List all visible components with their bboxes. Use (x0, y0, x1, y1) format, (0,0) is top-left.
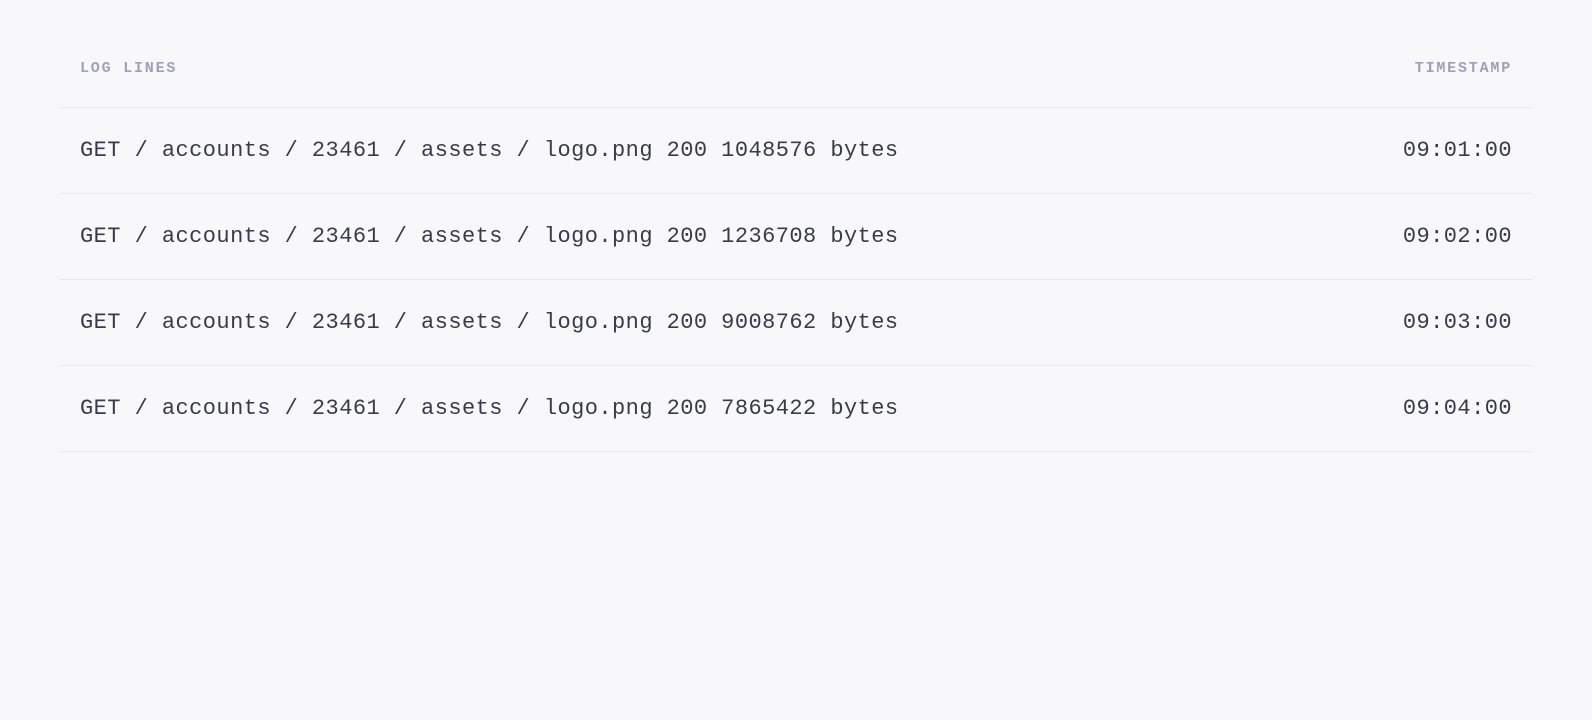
log-line-text: GET / accounts / 23461 / assets / logo.p… (80, 138, 899, 163)
table-row: GET / accounts / 23461 / assets / logo.p… (60, 107, 1532, 193)
main-container: LOG LINES TIMESTAMP GET / accounts / 234… (0, 0, 1592, 512)
log-timestamp: 09:02:00 (1403, 224, 1512, 249)
table-row: GET / accounts / 23461 / assets / logo.p… (60, 193, 1532, 279)
timestamp-header: TIMESTAMP (1415, 60, 1512, 77)
log-line-text: GET / accounts / 23461 / assets / logo.p… (80, 224, 899, 249)
table-row: GET / accounts / 23461 / assets / logo.p… (60, 279, 1532, 365)
log-lines-header: LOG LINES (80, 60, 177, 77)
table-header: LOG LINES TIMESTAMP (60, 60, 1532, 77)
log-timestamp: 09:01:00 (1403, 138, 1512, 163)
log-table-body: GET / accounts / 23461 / assets / logo.p… (60, 107, 1532, 452)
log-timestamp: 09:04:00 (1403, 396, 1512, 421)
log-line-text: GET / accounts / 23461 / assets / logo.p… (80, 396, 899, 421)
log-line-text: GET / accounts / 23461 / assets / logo.p… (80, 310, 899, 335)
table-row: GET / accounts / 23461 / assets / logo.p… (60, 365, 1532, 452)
log-timestamp: 09:03:00 (1403, 310, 1512, 335)
